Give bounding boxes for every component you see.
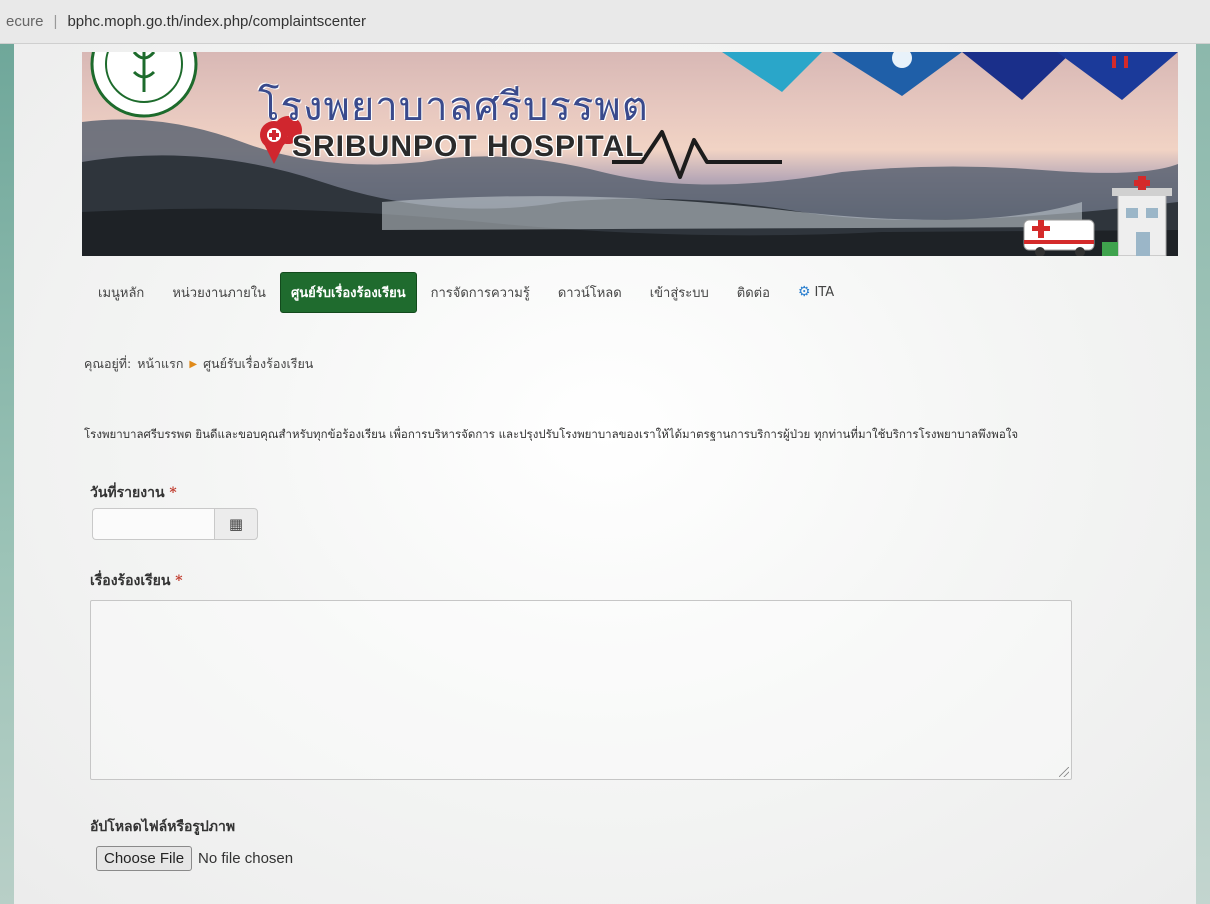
url-separator: | — [53, 13, 58, 30]
date-required-mark: * — [169, 485, 177, 501]
calendar-icon: ▦ — [228, 515, 244, 533]
nav-item-knowledge-management[interactable]: การจัดการความรู้ — [417, 274, 544, 311]
hospital-english-name: SRIBUNPOT HOSPITAL — [292, 130, 645, 163]
complaint-label: เรื่องร้องเรียน * — [90, 570, 183, 592]
page-side-left — [0, 44, 14, 904]
ita-icon: ⚙ — [797, 284, 811, 300]
breadcrumb-prefix: คุณอยู่ที่: — [84, 356, 132, 371]
file-upload: Choose File No file chosen — [96, 846, 293, 871]
hospital-thai-name: โรงพยาบาลศรีบรรพต — [258, 84, 649, 130]
complaint-required-mark: * — [175, 573, 183, 589]
complaint-label-text: เรื่องร้องเรียน — [90, 573, 171, 589]
nav-item-complaints-center[interactable]: ศูนย์รับเรื่องร้องเรียน — [279, 271, 417, 313]
page-side-right — [1196, 44, 1210, 904]
no-file-text: No file chosen — [198, 850, 294, 867]
nav-item-contact[interactable]: ติดต่อ — [723, 274, 784, 311]
resize-grip-icon[interactable] — [1059, 767, 1069, 777]
date-label-text: วันที่รายงาน — [90, 485, 165, 501]
calendar-button[interactable]: ▦ — [214, 508, 258, 540]
upload-label: อัปโหลดไฟล์หรือรูปภาพ — [90, 819, 236, 835]
date-picker: ▦ — [92, 508, 258, 540]
hospital-banner: โรงพยาบาลศรีบรรพต SRIBUNPOT HOSPITAL — [82, 52, 1178, 256]
breadcrumb-arrow-icon: ▶ — [189, 358, 198, 370]
breadcrumb-current: ศูนย์รับเรื่องร้องเรียน — [203, 356, 314, 371]
nav-item-ita[interactable]: ⚙ ITA — [784, 276, 848, 308]
breadcrumb-home-link[interactable]: หน้าแรก — [137, 354, 183, 374]
nav-item-internal-units[interactable]: หน่วยงานภายใน — [158, 274, 280, 311]
intro-text: โรงพยาบาลศรีบรรพต ยินดีและขอบคุณสำหรับทุ… — [84, 427, 1019, 441]
date-input[interactable] — [92, 508, 214, 540]
page-content: โรงพยาบาลศรีบรรพต SRIBUNPOT HOSPITAL เมน… — [14, 44, 1196, 904]
nav-item-login[interactable]: เข้าสู่ระบบ — [636, 274, 723, 311]
choose-file-button[interactable]: Choose File — [96, 846, 193, 871]
secure-indicator[interactable]: ecure — [6, 13, 44, 30]
browser-url-bar[interactable]: ecure | bphc.moph.go.th/index.php/compla… — [0, 0, 1210, 44]
date-label: วันที่รายงาน * — [90, 482, 177, 504]
nav-item-main-menu[interactable]: เมนูหลัก — [84, 274, 158, 311]
main-navigation: เมนูหลัก หน่วยงานภายใน ศูนย์รับเรื่องร้อ… — [84, 271, 848, 313]
breadcrumb: คุณอยู่ที่: หน้าแรก ▶ ศูนย์รับเรื่องร้อง… — [84, 354, 313, 374]
nav-item-ita-label: ITA — [814, 284, 835, 300]
url-text[interactable]: bphc.moph.go.th/index.php/complaintscent… — [67, 13, 366, 30]
complaint-textarea[interactable] — [90, 600, 1072, 780]
nav-item-download[interactable]: ดาวน์โหลด — [544, 274, 636, 311]
